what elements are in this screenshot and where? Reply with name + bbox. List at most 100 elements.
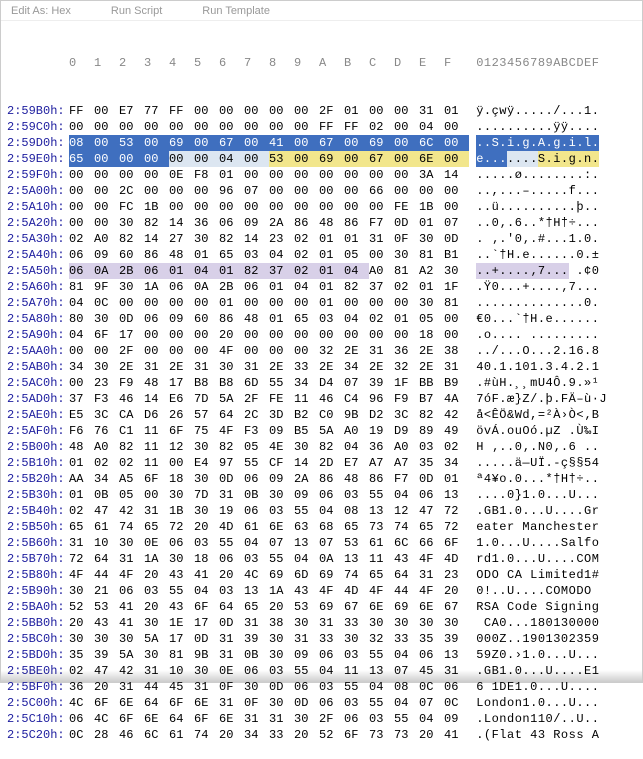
bytes[interactable]: 65000000000004005300690067006E00 <box>69 151 469 167</box>
hex-row[interactable]: 2:5B10h:0102021100E49755CF142DE7A7A73534… <box>7 455 642 471</box>
bytes[interactable]: 0C28466C617420343320526F73732041 <box>69 727 469 743</box>
ascii[interactable]: ..,...–.....f... <box>476 183 626 199</box>
bytes[interactable]: F676C1116F754FF309B55AA019D98949 <box>69 423 469 439</box>
hex-row[interactable]: 2:5A80h:80300D06096086480165030402010500… <box>7 311 642 327</box>
bytes[interactable]: 7264311A3018060355040A1311434F4D <box>69 551 469 567</box>
ascii[interactable]: ..............0. <box>476 295 626 311</box>
ascii[interactable]: ..S.i.g.A.g.i.l. <box>476 135 626 151</box>
bytes[interactable]: 80300D06096086480165030402010500 <box>69 311 469 327</box>
bytes[interactable]: AA34A56F18300D06092A864886F70D01 <box>69 471 469 487</box>
ascii[interactable]: London1.0...U... <box>476 695 626 711</box>
hex-row[interactable]: 2:5BA0h:52534120436F6465205369676E696E67… <box>7 599 642 615</box>
ascii[interactable]: .London110/..U.. <box>476 711 626 727</box>
ascii[interactable]: 1.0...U....Salfo <box>476 535 626 551</box>
hex-row[interactable]: 2:5C10h:064C6F6E646F6E3131302F0603550409… <box>7 711 642 727</box>
ascii[interactable]: . ‚.'0‚.#...1.0. <box>476 231 626 247</box>
ascii[interactable]: ..+....‚7... .¢0 <box>476 263 626 279</box>
ascii[interactable]: 59Z0.›1.0...U... <box>476 647 626 663</box>
ascii[interactable]: ª4¥o.0...*†H†÷.. <box>476 471 626 487</box>
hex-row[interactable]: 2:5B50h:6561746572204D616E63686573746572… <box>7 519 642 535</box>
ascii[interactable]: .GB1.0...U....Gr <box>476 503 626 519</box>
hex-row[interactable]: 2:5B30h:010B0500307D310B3009060355040613… <box>7 487 642 503</box>
bytes[interactable]: E53CCAD62657642C3DB2C09BD23C8242 <box>69 407 469 423</box>
ascii[interactable]: ....0}1.0...U... <box>476 487 626 503</box>
bytes[interactable]: 35395A30819B310B3009060355040613 <box>69 647 469 663</box>
hex-row[interactable]: 2:59B0h:FF00E777FF00000000002F0100003101… <box>7 103 642 119</box>
bytes[interactable]: 0247423110300E060355041113074531 <box>69 663 469 679</box>
run-script-menu[interactable]: Run Script <box>111 5 162 17</box>
ascii[interactable]: .o.... ......... <box>476 327 626 343</box>
hex-row[interactable]: 2:5BD0h:35395A30819B310B3009060355040613… <box>7 647 642 663</box>
bytes[interactable]: 060960864801650304020105003081B1 <box>69 247 469 263</box>
edit-as-hex-menu[interactable]: Edit As: Hex <box>11 5 71 17</box>
bytes[interactable]: 204341301E170D313830313330303030 <box>69 615 469 631</box>
ascii[interactable]: å<ÊÖ&Wd,=²À›Ò<‚B <box>476 407 626 423</box>
ascii[interactable]: .GB1.0...U....E1 <box>476 663 626 679</box>
bytes[interactable]: 02A082142730821423020101310F300D <box>69 231 469 247</box>
bytes[interactable]: 060A2B060104018237020104A081A230 <box>69 263 469 279</box>
ascii[interactable]: ..`†H.e......0.± <box>476 247 626 263</box>
ascii[interactable]: ODO CA Limited1# <box>476 567 626 583</box>
ascii[interactable]: ..ü..........þ.. <box>476 199 626 215</box>
ascii[interactable]: e.......S.i.g.n. <box>476 151 626 167</box>
hex-row[interactable]: 2:5BB0h:204341301E170D313830313330303030… <box>7 615 642 631</box>
hex-row[interactable]: 2:59C0h:00000000000000000000FFFF02000400… <box>7 119 642 135</box>
hex-row[interactable]: 2:5A40h:060960864801650304020105003081B1… <box>7 247 642 263</box>
hex-row[interactable]: 2:5A70h:040C0000000001000000010000003081… <box>7 295 642 311</box>
hex-row[interactable]: 2:59F0h:000000000EF801000000000000003A14… <box>7 167 642 183</box>
ascii[interactable]: rd1.0...U....COM <box>476 551 626 567</box>
bytes[interactable]: 010B0500307D310B3009060355040613 <box>69 487 469 503</box>
ascii[interactable]: .#ùH.¸¸mU4Ô.9.»¹ <box>476 375 626 391</box>
bytes[interactable]: FF00E777FF00000000002F0100003101 <box>69 103 469 119</box>
ascii[interactable]: eater Manchester <box>476 519 626 535</box>
hex-row[interactable]: 2:5A90h:046F1700000020000000000000001800… <box>7 327 642 343</box>
bytes[interactable]: 0023F94817B8B86D5534D407391FBBB9 <box>69 375 469 391</box>
bytes[interactable]: 08005300690067004100670069006C00 <box>69 135 469 151</box>
bytes[interactable]: 819F301A060A2B06010401823702011F <box>69 279 469 295</box>
hex-row[interactable]: 2:5A50h:060A2B060104018237020104A081A230… <box>7 263 642 279</box>
hex-row[interactable]: 2:5B00h:48A08211123082054E30820436A00302… <box>7 439 642 455</box>
hex-row[interactable]: 2:5C20h:0C28466C617420343320526F73732041… <box>7 727 642 743</box>
ascii[interactable]: 000Z..1901302359 <box>476 631 626 647</box>
hex-row[interactable]: 2:5B90h:30210603550403131A434F4D4F444F20… <box>7 583 642 599</box>
bytes[interactable]: 30210603550403131A434F4D4F444F20 <box>69 583 469 599</box>
bytes[interactable]: 064C6F6E646F6E3131302F0603550409 <box>69 711 469 727</box>
bytes[interactable]: 52534120436F6465205369676E696E67 <box>69 599 469 615</box>
hex-row[interactable]: 2:5AA0h:00002F0000004F000000322E31362E38… <box>7 343 642 359</box>
bytes[interactable]: 6561746572204D616E63686573746572 <box>69 519 469 535</box>
ascii[interactable]: RSA Code Signing <box>476 599 626 615</box>
hex-row[interactable]: 2:59E0h:65000000000004005300690067006E00… <box>7 151 642 167</box>
bytes[interactable]: 3030305A170D31393031333032333539 <box>69 631 469 647</box>
bytes[interactable]: 3620314445310F300D06035504080C06 <box>69 679 469 695</box>
hex-row[interactable]: 2:5BF0h:3620314445310F300D06035504080C06… <box>7 679 642 695</box>
hex-row[interactable]: 2:5B70h:7264311A3018060355040A1311434F4D… <box>7 551 642 567</box>
bytes[interactable]: 024742311B3019060355040813124772 <box>69 503 469 519</box>
bytes[interactable]: 00000000000000000000FFFF02000400 <box>69 119 469 135</box>
bytes[interactable]: 48A08211123082054E30820436A00302 <box>69 439 469 455</box>
ascii[interactable]: 0!..U....COMODO <box>476 583 626 599</box>
hex-row[interactable]: 2:5AD0h:37F34614E67D5A2FFE1146C496F9B74A… <box>7 391 642 407</box>
hex-row[interactable]: 2:5A20h:00003082143606092A864886F70D0107… <box>7 215 642 231</box>
bytes[interactable]: 00002C00000096070000000066000000 <box>69 183 469 199</box>
hex-row[interactable]: 2:5BE0h:0247423110300E060355041113074531… <box>7 663 642 679</box>
bytes[interactable]: 34302E312E3130312E332E342E322E31 <box>69 359 469 375</box>
bytes[interactable]: 0000FC1B000000000000000000FE1B00 <box>69 199 469 215</box>
bytes[interactable]: 000000000EF801000000000000003A14 <box>69 167 469 183</box>
ascii[interactable]: 40.1.101.3.4.2.1 <box>476 359 626 375</box>
bytes[interactable]: 040C0000000001000000010000003081 <box>69 295 469 311</box>
hex-row[interactable]: 2:5A10h:0000FC1B000000000000000000FE1B00… <box>7 199 642 215</box>
bytes[interactable]: 4F444F204341204C696D697465643123 <box>69 567 469 583</box>
ascii[interactable]: ÿ.çwÿ...../...1. <box>476 103 626 119</box>
hex-row[interactable]: 2:5B60h:3110300E0603550407130753616C666F… <box>7 535 642 551</box>
ascii[interactable]: övÁ.ouOó.µZ .Ù‰I <box>476 423 626 439</box>
hex-row[interactable]: 2:5AE0h:E53CCAD62657642C3DB2C09BD23C8242… <box>7 407 642 423</box>
hex-row[interactable]: 2:5A60h:819F301A060A2B06010401823702011F… <box>7 279 642 295</box>
ascii[interactable]: .....ä—UÏ.-ç§§54 <box>476 455 626 471</box>
ascii[interactable]: €0...`†H.e...... <box>476 311 626 327</box>
hex-row[interactable]: 2:5AC0h:0023F94817B8B86D5534D407391FBBB9… <box>7 375 642 391</box>
ascii[interactable]: .Ÿ0...+....‚7... <box>476 279 626 295</box>
ascii[interactable]: 7óF.æ}Z/.þ.FÄ–ù·J <box>476 391 626 407</box>
ascii[interactable]: .....ø........:. <box>476 167 626 183</box>
bytes[interactable]: 00002F0000004F000000322E31362E38 <box>69 343 469 359</box>
bytes[interactable]: 00003082143606092A864886F70D0107 <box>69 215 469 231</box>
